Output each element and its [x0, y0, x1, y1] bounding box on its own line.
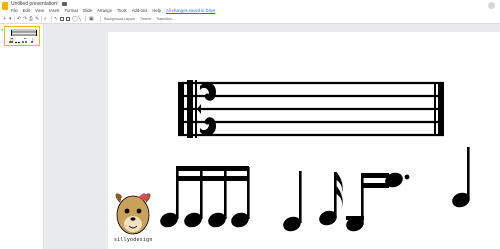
sillyodesign-mascot-logo: [115, 193, 151, 235]
quarter-note: [283, 171, 302, 232]
sixteenth-notes-beamed: [160, 166, 250, 228]
slide-content: [115, 80, 470, 235]
sixteenth-note-flagged: [319, 172, 343, 226]
credit-text: sillyodesign: [114, 237, 153, 243]
dotted-eighth-sixteenth: [346, 172, 410, 232]
music-staff: [178, 81, 444, 137]
quarter-note-final: [452, 147, 470, 208]
